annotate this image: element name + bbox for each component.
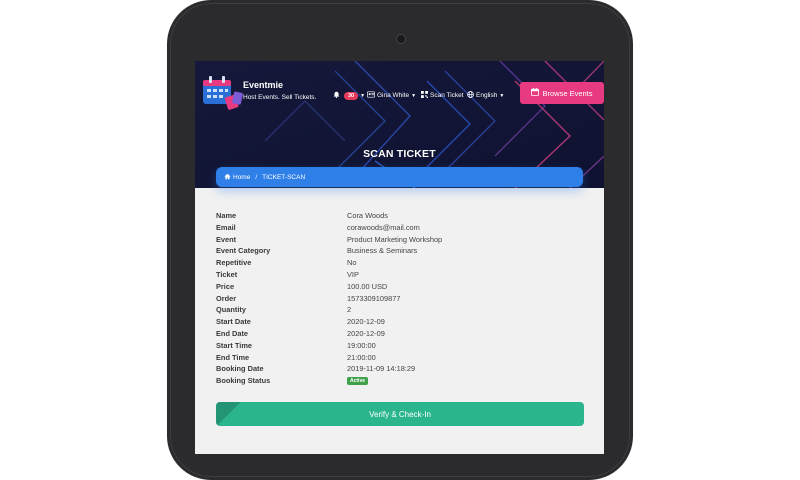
scan-ticket-label: Scan Ticket xyxy=(430,92,464,99)
detail-value: VIP xyxy=(347,269,359,279)
detail-row: End Date 2020-12-09 xyxy=(216,329,586,341)
detail-row: Order 1573309109877 xyxy=(216,294,586,306)
detail-label: Name xyxy=(216,211,237,220)
detail-row: Repetitive No xyxy=(216,258,586,270)
detail-row: Booking Status Active xyxy=(216,376,586,388)
detail-value: corawoods@mail.com xyxy=(347,222,420,232)
detail-row: End Time 21:00:00 xyxy=(216,353,586,365)
camera-icon xyxy=(396,34,406,44)
language-label: English xyxy=(476,92,498,99)
app-screen: Eventmie Host Events. Sell Tickets. 30 ▼… xyxy=(195,61,604,454)
detail-label: Email xyxy=(216,222,236,232)
browse-events-label: Browse Events xyxy=(542,88,593,98)
detail-row: Price 100.00 USD xyxy=(216,282,586,294)
language-menu[interactable]: English ▼ xyxy=(467,91,504,100)
detail-row: Name Cora Woods xyxy=(216,211,586,223)
button-shade xyxy=(216,402,242,426)
detail-value: Product Marketing Workshop xyxy=(347,234,443,244)
detail-label: Booking Date xyxy=(216,364,264,374)
qr-code-icon xyxy=(421,91,428,100)
detail-row: Start Time 19:00:00 xyxy=(216,341,586,353)
detail-value: No xyxy=(347,258,357,268)
breadcrumb: Home / TICKET-SCAN xyxy=(216,167,583,187)
ticket-details: Name Cora Woods Email corawoods@mail.com E… xyxy=(216,211,586,388)
detail-label: Ticket xyxy=(216,269,238,279)
brand-tagline: Host Events. Sell Tickets. xyxy=(243,94,317,101)
verify-check-in-button[interactable]: Verify & Check-In xyxy=(216,402,584,426)
breadcrumb-home-link[interactable]: Home xyxy=(233,174,250,181)
detail-label: Event xyxy=(216,234,237,244)
detail-label: Order xyxy=(216,293,237,303)
home-icon xyxy=(224,173,231,182)
detail-label: Repetitive xyxy=(216,258,252,268)
brand-name[interactable]: Eventmie xyxy=(243,80,283,90)
detail-row: Email corawoods@mail.com xyxy=(216,223,586,235)
notifications-menu[interactable]: 30 ▼ xyxy=(333,91,365,100)
detail-row: Booking Date 2019-11-09 14:18:29 xyxy=(216,364,586,376)
detail-row: Quantity 2 xyxy=(216,305,586,317)
browse-events-button[interactable]: Browse Events xyxy=(520,82,604,104)
page-title: SCAN TICKET xyxy=(363,148,436,160)
detail-value: 1573309109877 xyxy=(347,293,401,303)
calendar-icon xyxy=(531,88,540,98)
user-menu[interactable]: Gina White ▼ xyxy=(367,91,416,100)
notification-count-badge: 30 xyxy=(344,91,359,100)
detail-value: 2020-12-09 xyxy=(347,328,385,338)
detail-value: 100.00 USD xyxy=(347,281,388,291)
breadcrumb-separator: / xyxy=(255,173,258,181)
detail-label: Quantity xyxy=(216,305,246,315)
detail-label: End Time xyxy=(216,352,250,362)
detail-value: Cora Woods xyxy=(347,211,388,220)
detail-row: Event Product Marketing Workshop xyxy=(216,235,586,247)
detail-row: Start Date 2020-12-09 xyxy=(216,317,586,329)
booking-status-label: Booking Status xyxy=(216,376,271,386)
verify-check-in-label: Verify & Check-In xyxy=(369,409,431,419)
detail-label: End Date xyxy=(216,328,249,338)
detail-value: 2 xyxy=(347,305,352,315)
globe-icon xyxy=(467,91,474,100)
detail-value: 19:00:00 xyxy=(347,340,376,350)
detail-label: Start Date xyxy=(216,317,251,327)
detail-value: 2020-12-09 xyxy=(347,317,385,327)
user-card-icon xyxy=(367,91,375,100)
detail-value: 21:00:00 xyxy=(347,352,376,362)
detail-row: Event Category Business & Seminars xyxy=(216,246,586,258)
detail-label: Start Time xyxy=(216,340,253,350)
status-badge: Active xyxy=(347,377,369,386)
detail-row: Ticket VIP xyxy=(216,270,586,282)
chevron-down-icon: ▼ xyxy=(411,92,417,99)
chevron-down-icon: ▼ xyxy=(499,92,505,99)
detail-value: 2019-11-09 14:18:29 xyxy=(347,364,416,374)
calendar-logo-icon xyxy=(203,76,243,110)
chevron-down-icon: ▼ xyxy=(360,92,366,99)
user-name: Gina White xyxy=(377,92,410,99)
detail-label: Price xyxy=(216,281,235,291)
scan-ticket-link[interactable]: Scan Ticket xyxy=(421,91,464,100)
detail-label: Event Category xyxy=(216,246,271,256)
breadcrumb-current: TICKET-SCAN xyxy=(262,173,306,181)
bell-icon xyxy=(333,91,340,100)
detail-value: Business & Seminars xyxy=(347,246,418,256)
